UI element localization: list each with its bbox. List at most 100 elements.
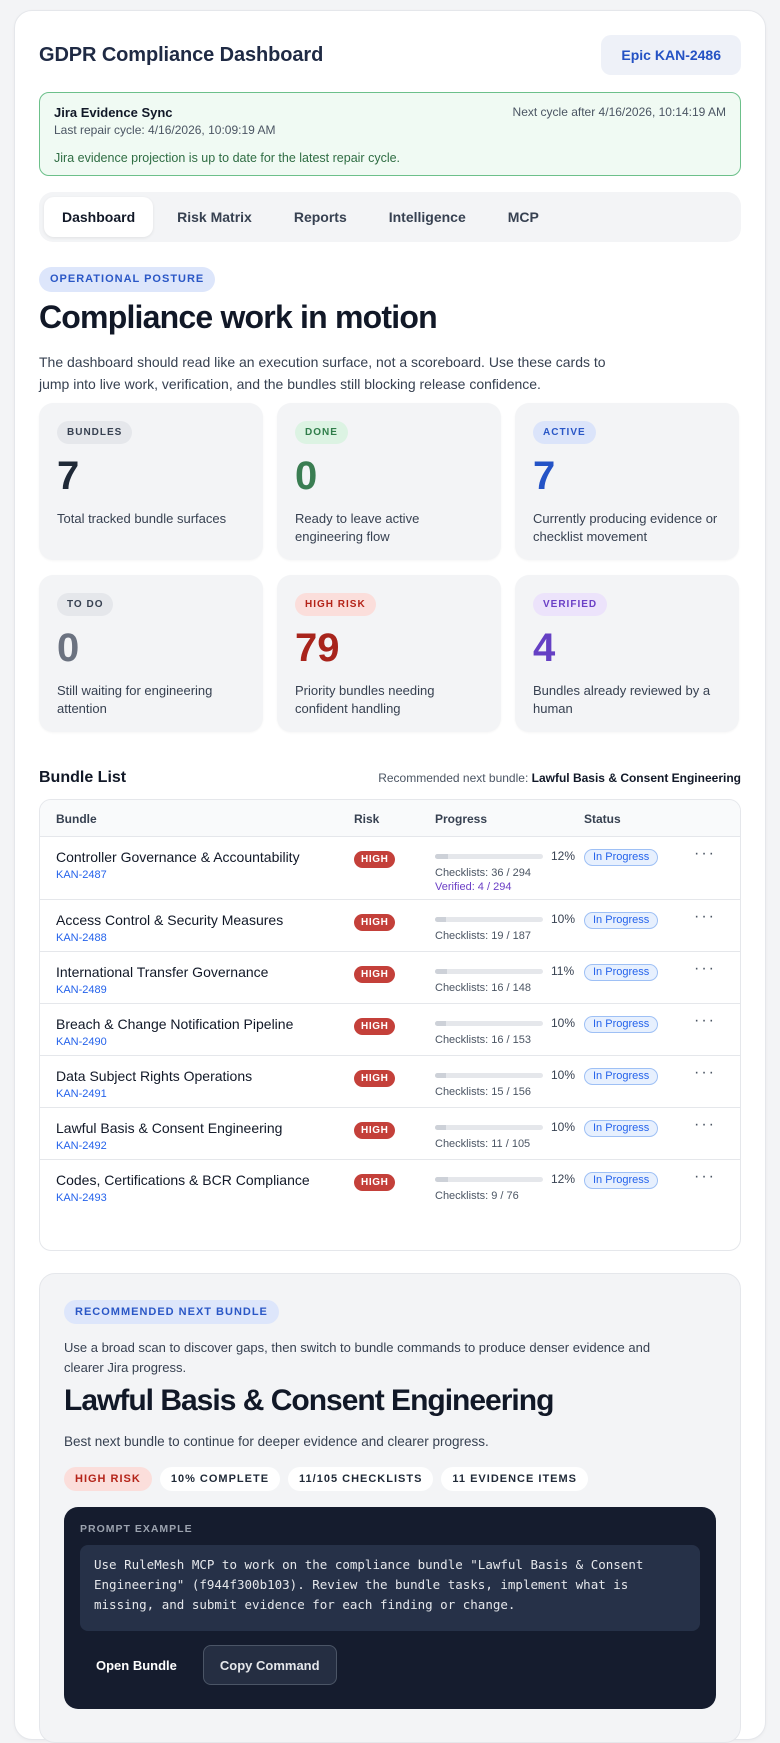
bundle-name[interactable]: Controller Governance & Accountability <box>56 849 300 865</box>
chip-evidence: 11 EVIDENCE ITEMS <box>441 1467 588 1491</box>
stat-card-high-risk[interactable]: HIGH RISK 79 Priority bundles needing co… <box>277 575 501 732</box>
recommended-intro: Use a broad scan to discover gaps, then … <box>64 1340 651 1375</box>
progress-bar <box>435 969 543 974</box>
bundle-name[interactable]: Codes, Certifications & BCR Compliance <box>56 1172 310 1188</box>
bundle-jira-key[interactable]: KAN-2493 <box>56 1192 107 1204</box>
stat-value: 7 <box>57 454 80 498</box>
table-row[interactable]: International Transfer Governance KAN-248… <box>40 952 740 1004</box>
table-row[interactable]: Codes, Certifications & BCR Compliance KA… <box>40 1160 740 1212</box>
bundle-jira-key[interactable]: KAN-2487 <box>56 869 107 881</box>
verified-count: Verified: 4 / 294 <box>435 881 512 893</box>
stat-value: 0 <box>295 454 318 498</box>
progress-bar-fill <box>435 1125 446 1130</box>
bundle-table: Bundle Risk Progress Status Controller G… <box>39 799 741 1251</box>
checklist-count: Checklists: 19 / 187 <box>435 930 531 942</box>
progress-bar-fill <box>435 854 448 859</box>
bundle-name[interactable]: International Transfer Governance <box>56 964 268 980</box>
epic-link-button[interactable]: Epic KAN-2486 <box>601 35 741 75</box>
bundle-list-header: Bundle List Recommended next bundle: Law… <box>39 769 741 787</box>
bundle-name[interactable]: Breach & Change Notification Pipeline <box>56 1016 293 1032</box>
bundle-jira-key[interactable]: KAN-2492 <box>56 1140 107 1152</box>
recommended-chips: HIGH RISK 10% COMPLETE 11/105 CHECKLISTS… <box>64 1467 588 1491</box>
copy-command-button[interactable]: Copy Command <box>202 1645 337 1685</box>
more-actions-icon[interactable]: ··· <box>694 1116 716 1134</box>
progress-bar-fill <box>435 1021 446 1026</box>
status-badge: In Progress <box>584 1120 659 1137</box>
stat-description: Currently producing evidence or checklis… <box>533 511 718 544</box>
more-actions-icon[interactable]: ··· <box>694 845 716 863</box>
column-header-risk: Risk <box>354 812 380 826</box>
page-title: GDPR Compliance Dashboard <box>39 43 324 66</box>
status-badge: In Progress <box>584 1016 659 1033</box>
open-bundle-button[interactable]: Open Bundle <box>80 1645 193 1685</box>
stat-card-todo[interactable]: TO DO 0 Still waiting for engineering at… <box>39 575 263 732</box>
risk-badge: HIGH <box>354 1018 396 1035</box>
bundle-name[interactable]: Access Control & Security Measures <box>56 912 283 928</box>
column-header-bundle: Bundle <box>56 812 97 826</box>
more-actions-icon[interactable]: ··· <box>694 960 716 978</box>
table-row[interactable]: Data Subject Rights Operations KAN-2491 HI… <box>40 1056 740 1108</box>
stat-card-bundles[interactable]: BUNDLES 7 Total tracked bundle surfaces <box>39 403 263 560</box>
recommended-prefix: Recommended next bundle: <box>378 771 529 785</box>
prompt-command-text: Use RuleMesh MCP to work on the complian… <box>80 1545 700 1631</box>
recommended-eyebrow: RECOMMENDED NEXT BUNDLE <box>64 1300 279 1324</box>
stat-card-done[interactable]: DONE 0 Ready to leave active engineering… <box>277 403 501 560</box>
bundle-list-title: Bundle List <box>39 769 127 786</box>
chip-checklists: 11/105 CHECKLISTS <box>288 1467 434 1491</box>
table-row[interactable]: Controller Governance & Accountability KA… <box>40 837 740 900</box>
progress-bar-fill <box>435 1073 446 1078</box>
tab-reports[interactable]: Reports <box>276 197 365 237</box>
stat-badge: BUNDLES <box>57 421 133 444</box>
bundle-jira-key[interactable]: KAN-2489 <box>56 984 107 996</box>
more-actions-icon[interactable]: ··· <box>694 908 716 926</box>
progress-bar <box>435 1073 543 1078</box>
bundle-jira-key[interactable]: KAN-2490 <box>56 1036 107 1048</box>
sync-last-cycle: Last repair cycle: 4/16/2026, 10:09:19 A… <box>54 123 276 137</box>
recommended-bundle-text: Recommended next bundle: Lawful Basis & … <box>378 771 741 785</box>
stat-card-active[interactable]: ACTIVE 7 Currently producing evidence or… <box>515 403 739 560</box>
tab-mcp[interactable]: MCP <box>490 197 557 237</box>
stat-badge: ACTIVE <box>533 421 596 444</box>
sync-title: Jira Evidence Sync <box>54 105 173 120</box>
more-actions-icon[interactable]: ··· <box>694 1012 716 1030</box>
more-actions-icon[interactable]: ··· <box>694 1064 716 1082</box>
tab-risk-matrix[interactable]: Risk Matrix <box>159 197 270 237</box>
stat-description: Bundles already reviewed by a human <box>533 683 711 716</box>
sync-status-message: Jira evidence projection is up to date f… <box>54 151 401 165</box>
stat-description: Ready to leave active engineering flow <box>295 511 420 544</box>
stat-badge: VERIFIED <box>533 593 608 616</box>
stat-value: 4 <box>533 626 556 670</box>
bundle-jira-key[interactable]: KAN-2491 <box>56 1088 107 1100</box>
table-header: Bundle Risk Progress Status <box>40 800 740 837</box>
stat-description: Priority bundles needing confident handl… <box>295 683 435 716</box>
status-badge: In Progress <box>584 849 659 866</box>
table-row[interactable]: Lawful Basis & Consent Engineering KAN-24… <box>40 1108 740 1160</box>
hero-eyebrow: OPERATIONAL POSTURE <box>39 267 216 292</box>
checklist-count: Checklists: 16 / 148 <box>435 982 531 994</box>
table-row[interactable]: Breach & Change Notification Pipeline KAN… <box>40 1004 740 1056</box>
tab-dashboard[interactable]: Dashboard <box>44 197 154 237</box>
app-frame: GDPR Compliance Dashboard Epic KAN-2486 … <box>14 10 766 1743</box>
risk-badge: HIGH <box>354 851 396 868</box>
bundle-jira-key[interactable]: KAN-2488 <box>56 932 107 944</box>
sync-next-cycle: Next cycle after 4/16/2026, 10:14:19 AM <box>512 105 726 119</box>
hero-description: The dashboard should read like an execut… <box>39 354 606 392</box>
bundle-name[interactable]: Data Subject Rights Operations <box>56 1068 252 1084</box>
status-badge: In Progress <box>584 912 659 929</box>
status-badge: In Progress <box>584 964 659 981</box>
stat-badge: HIGH RISK <box>295 593 376 616</box>
stat-card-verified[interactable]: VERIFIED 4 Bundles already reviewed by a… <box>515 575 739 732</box>
recommended-subtitle: Best next bundle to continue for deeper … <box>64 1434 489 1449</box>
recommended-title: Lawful Basis & Consent Engineering <box>64 1384 554 1417</box>
bundle-name[interactable]: Lawful Basis & Consent Engineering <box>56 1120 282 1136</box>
checklist-count: Checklists: 15 / 156 <box>435 1086 531 1098</box>
tab-intelligence[interactable]: Intelligence <box>371 197 484 237</box>
checklist-count: Checklists: 11 / 105 <box>435 1138 531 1150</box>
more-actions-icon[interactable]: ··· <box>694 1168 716 1186</box>
table-row[interactable]: Access Control & Security Measures KAN-24… <box>40 900 740 952</box>
progress-percent: 10% <box>551 1068 576 1082</box>
risk-badge: HIGH <box>354 966 396 983</box>
progress-bar <box>435 1125 543 1130</box>
recommended-bundle-panel: RECOMMENDED NEXT BUNDLE Use a broad scan… <box>39 1273 741 1743</box>
stat-description: Total tracked bundle surfaces <box>57 511 227 526</box>
